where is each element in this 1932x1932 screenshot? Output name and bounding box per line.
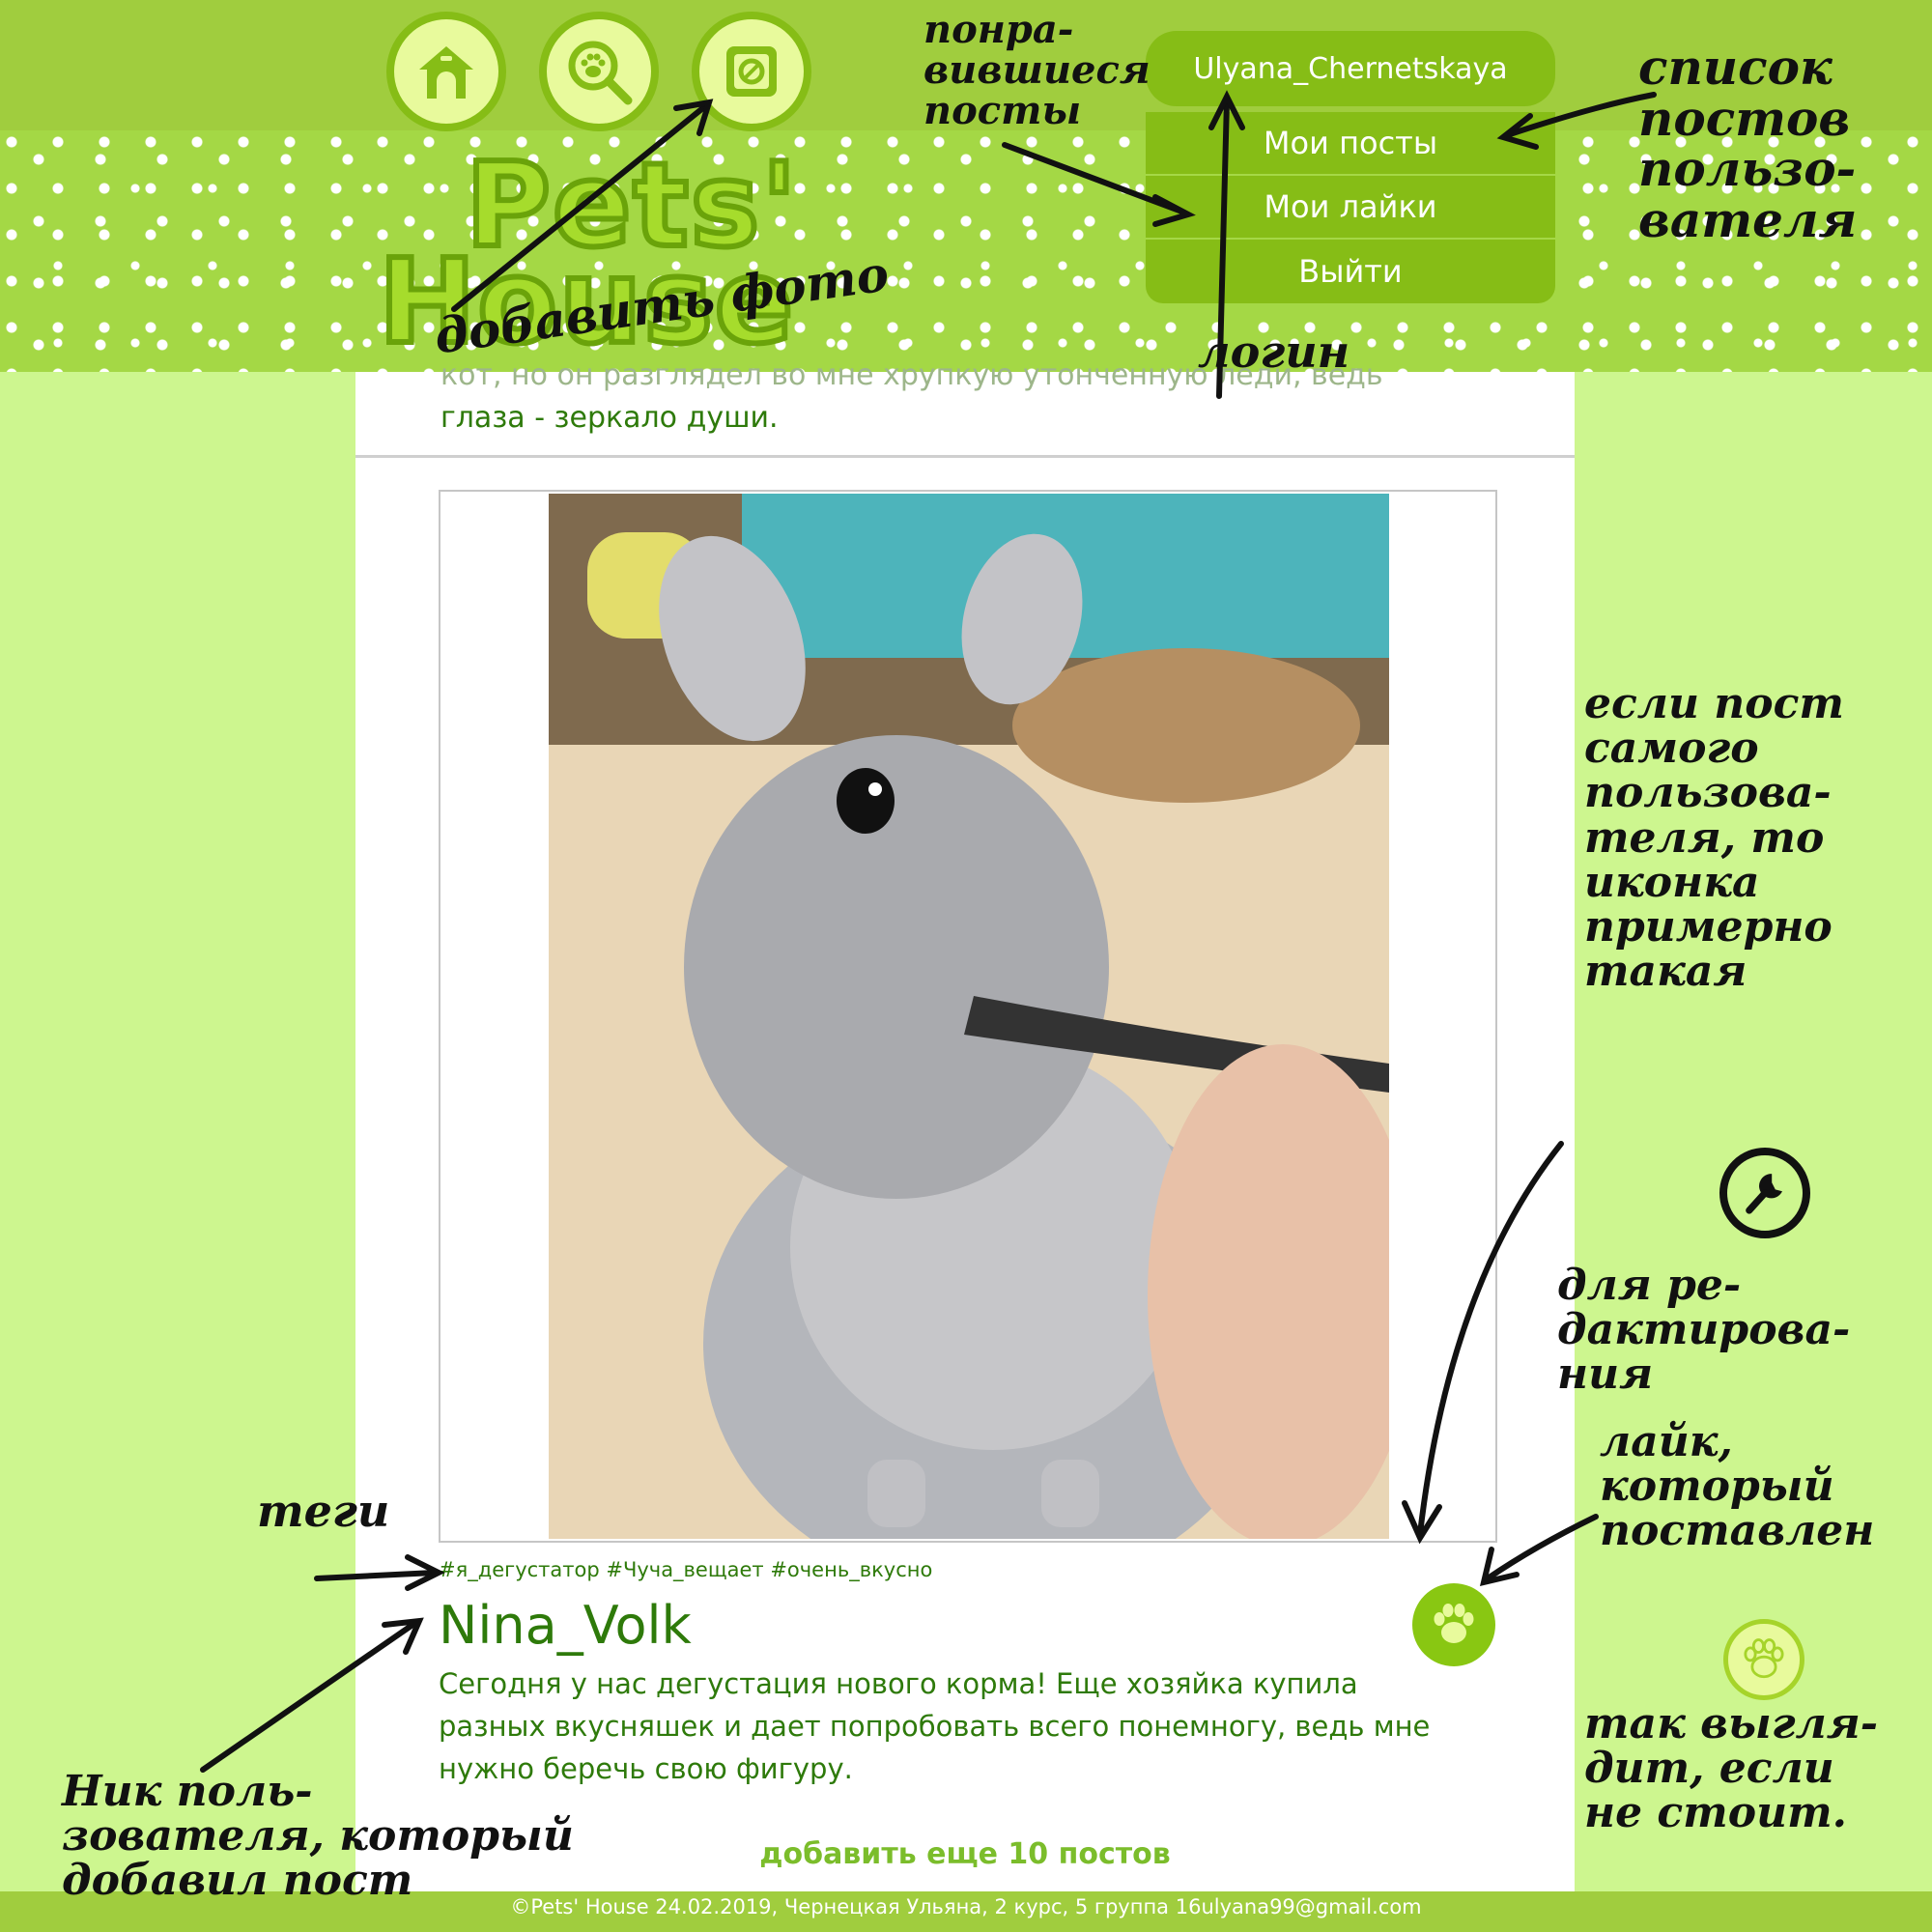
user-dropdown: Мои посты Мои лайки Выйти <box>1146 112 1555 303</box>
post-tags[interactable]: #я_дегустатор #Чуча_вещает #очень_вкусно <box>439 1558 932 1581</box>
post-text: Сегодня у нас дегустация нового корма! Е… <box>439 1667 1431 1785</box>
like-button[interactable] <box>1412 1583 1495 1666</box>
annotation-liked-posts: понра- вившиеся посты <box>923 7 1151 133</box>
home-icon[interactable] <box>386 12 506 131</box>
post-divider <box>355 455 1575 458</box>
feed-column: кот, но он разглядел во мне хрупкую утон… <box>355 358 1575 1830</box>
menu-item-logout[interactable]: Выйти <box>1146 240 1555 303</box>
annotation-like: лайк, который поставлен <box>1600 1417 1875 1556</box>
menu-item-my-likes[interactable]: Мои лайки <box>1146 176 1555 240</box>
annotation-login: логин <box>1198 326 1350 378</box>
annotation-own-post: если пост самого пользова- теля, то икон… <box>1584 679 1844 997</box>
post-photo-frame <box>439 490 1497 1543</box>
unliked-paw-icon <box>1723 1619 1804 1700</box>
annotation-unliked: так выгля- дит, если не стоит. <box>1584 1699 1879 1838</box>
user-menu: Ulyana_Chernetskaya Мои посты Мои лайки … <box>1146 31 1555 303</box>
menu-item-my-posts[interactable]: Мои посты <box>1146 112 1555 176</box>
annotation-user-posts: список постов пользо- вателя <box>1638 39 1858 248</box>
paw-icon <box>1434 1604 1474 1643</box>
annotation-nick: Ник поль- зователя, который добавил пост <box>62 1767 574 1906</box>
annotation-tags: теги <box>257 1485 390 1537</box>
search-paw-icon[interactable] <box>539 12 659 131</box>
add-photo-icon[interactable] <box>692 12 811 131</box>
user-login-button[interactable]: Ulyana_Chernetskaya <box>1146 31 1555 106</box>
chinchilla-eating-photo <box>549 494 1389 1539</box>
previous-post-text: кот, но он разглядел во мне хрупкую утон… <box>440 358 1464 440</box>
wrench-icon <box>1719 1148 1810 1238</box>
previous-post-text-end: глаза - зеркало души. <box>440 401 779 435</box>
post-author[interactable]: Nina_Volk <box>439 1595 692 1656</box>
annotation-edit: для ре- дактирова- ния <box>1557 1261 1851 1400</box>
